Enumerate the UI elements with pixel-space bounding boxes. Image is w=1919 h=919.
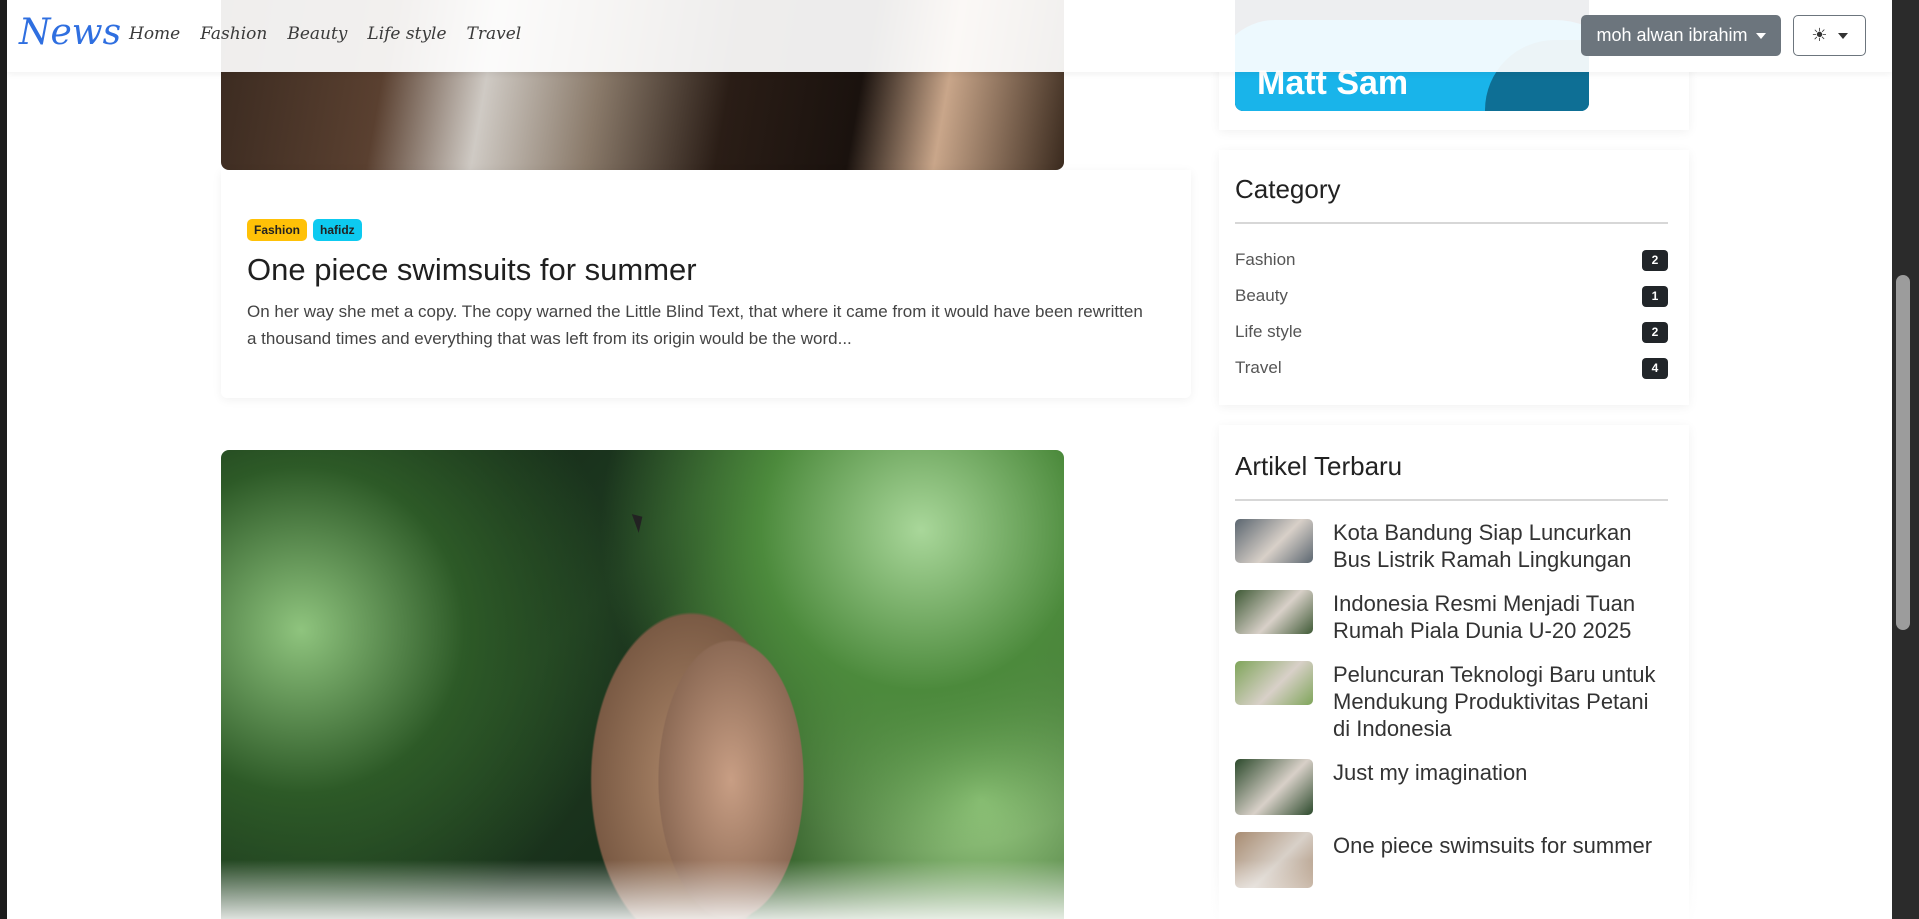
article-thumbnail (1235, 590, 1313, 634)
nav-link-travel[interactable]: Travel (467, 24, 522, 44)
scrollbar-thumb[interactable] (1896, 275, 1910, 630)
post-badges: Fashion hafidz (247, 219, 362, 241)
latest-articles-widget: Artikel Terbaru Kota Bandung Siap Luncur… (1219, 425, 1689, 919)
category-item-beauty[interactable]: Beauty 1 (1235, 278, 1668, 314)
theme-toggle-button[interactable]: ☀ (1793, 15, 1866, 56)
latest-articles-list: Kota Bandung Siap Luncurkan Bus Listrik … (1235, 519, 1668, 905)
chevron-down-icon (1837, 32, 1848, 39)
author-badge[interactable]: hafidz (313, 219, 362, 241)
category-count-badge: 4 (1642, 357, 1668, 379)
category-title: Category (1235, 174, 1341, 204)
category-item-fashion[interactable]: Fashion 2 (1235, 242, 1668, 278)
category-name: Travel (1235, 358, 1282, 377)
article-thumbnail (1235, 759, 1313, 815)
nav-link-life-style[interactable]: Life style (367, 24, 446, 44)
divider (1235, 222, 1668, 224)
latest-article-item[interactable]: Peluncuran Teknologi Baru untuk Mendukun… (1235, 661, 1668, 742)
latest-articles-title: Artikel Terbaru (1235, 451, 1403, 481)
latest-article-item[interactable]: Just my imagination (1235, 759, 1668, 815)
chevron-down-icon (1755, 32, 1766, 39)
category-widget: Category Fashion 2 Beauty 1 Life style 2… (1219, 150, 1689, 405)
category-item-life-style[interactable]: Life style 2 (1235, 314, 1668, 350)
category-count-badge: 2 (1642, 321, 1668, 343)
article-thumbnail (1235, 661, 1313, 705)
category-name: Life style (1235, 322, 1303, 341)
bottom-fade (7, 860, 1892, 919)
post-excerpt: On her way she met a copy. The copy warn… (247, 302, 1143, 348)
brand-logo[interactable]: News (19, 12, 121, 53)
sun-icon: ☀ (1811, 25, 1828, 45)
divider (1235, 499, 1668, 501)
latest-article-item[interactable]: Indonesia Resmi Menjadi Tuan Rumah Piala… (1235, 590, 1668, 644)
article-title[interactable]: Just my imagination (1333, 759, 1527, 815)
article-thumbnail (1235, 519, 1313, 563)
nav-links: Home Fashion Beauty Life style Travel (129, 24, 521, 44)
article-title[interactable]: Kota Bandung Siap Luncurkan Bus Listrik … (1333, 519, 1668, 573)
post-title[interactable]: One piece swimsuits for summer (247, 252, 697, 288)
latest-article-item[interactable]: Kota Bandung Siap Luncurkan Bus Listrik … (1235, 519, 1668, 573)
category-badge[interactable]: Fashion (247, 219, 308, 241)
category-count-badge: 1 (1642, 285, 1668, 307)
category-name: Beauty (1235, 286, 1288, 305)
user-menu-button[interactable]: moh alwan ibrahim (1581, 15, 1781, 56)
category-list: Fashion 2 Beauty 1 Life style 2 Travel 4 (1235, 242, 1668, 386)
category-item-travel[interactable]: Travel 4 (1235, 350, 1668, 386)
user-name: moh alwan ibrahim (1596, 25, 1748, 45)
nav-link-beauty[interactable]: Beauty (287, 24, 347, 44)
category-name: Fashion (1235, 250, 1296, 269)
page: Fashion hafidz One piece swimsuits for s… (7, 0, 1892, 919)
nav-link-home[interactable]: Home (129, 24, 180, 44)
navbar: News Home Fashion Beauty Life style Trav… (7, 0, 1892, 72)
article-title[interactable]: Peluncuran Teknologi Baru untuk Mendukun… (1333, 661, 1668, 742)
nav-link-fashion[interactable]: Fashion (200, 24, 267, 44)
post-card: Fashion hafidz One piece swimsuits for s… (221, 170, 1191, 398)
category-count-badge: 2 (1642, 249, 1668, 271)
article-title[interactable]: Indonesia Resmi Menjadi Tuan Rumah Piala… (1333, 590, 1668, 644)
